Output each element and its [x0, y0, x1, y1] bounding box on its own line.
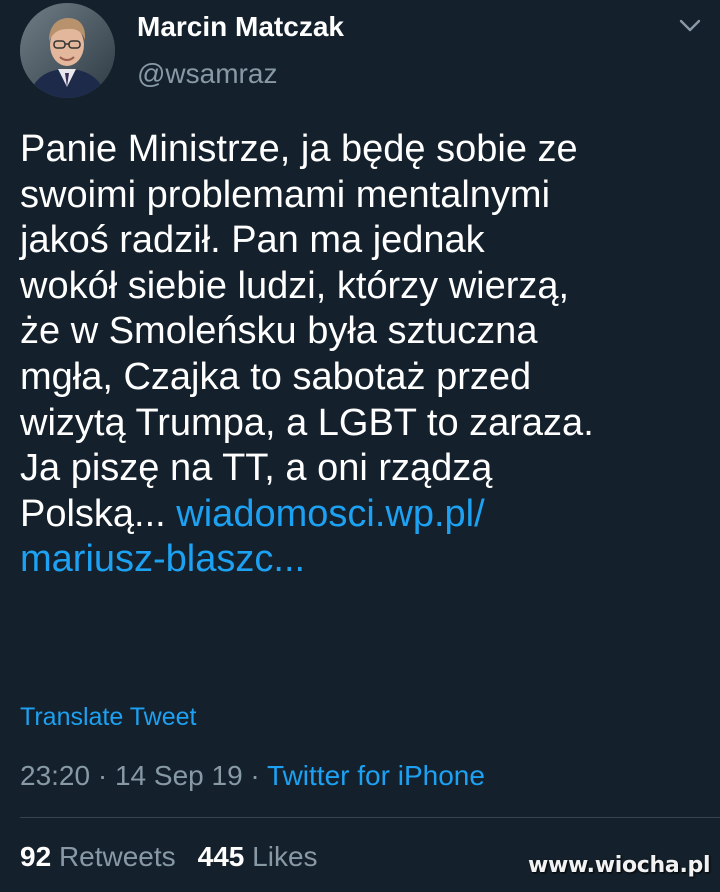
tweet-time: 23:20 — [20, 760, 91, 791]
tweet-header: Marcin Matczak @wsamraz — [0, 0, 720, 100]
translate-tweet-link[interactable]: Translate Tweet — [20, 703, 196, 732]
tweet-link-continued[interactable]: mariusz-blaszc... — [20, 538, 305, 580]
tweet-line: jakoś radził. Pan ma jednak — [20, 219, 485, 262]
tweet-line: Polską... — [20, 492, 177, 535]
tweet-line: Panie Ministrze, ja będę sobie ze — [20, 128, 578, 170]
retweets-label: Retweets — [58, 841, 176, 872]
likes-count: 445 — [197, 841, 245, 872]
retweets-stat[interactable]: 92 Retweets — [20, 841, 176, 872]
tweet-line: Ja piszę na TT, a oni rządzą — [20, 447, 493, 490]
tweet-stats: 92 Retweets 445 Likes — [20, 841, 318, 873]
tweet-date: 14 Sep 19 — [114, 760, 243, 791]
meta-separator: · — [242, 760, 268, 791]
tweet-meta: 23:20 · 14 Sep 19 · Twitter for iPhone — [20, 760, 485, 792]
tweet-source-link[interactable]: Twitter for iPhone — [267, 760, 485, 791]
tweet-line: że w Smoleńsku była sztuczna — [20, 310, 538, 353]
chevron-down-icon[interactable] — [676, 14, 704, 36]
tweet-link[interactable]: wiadomosci.wp.pl/ — [176, 493, 484, 535]
tweet-line: mgła, Czajka to sabotaż przed — [20, 355, 532, 398]
author-display-name[interactable]: Marcin Matczak — [137, 10, 344, 44]
tweet-line: wizytą Trumpa, a LGBT to zaraza. — [20, 401, 594, 444]
avatar[interactable] — [20, 3, 115, 98]
author-handle[interactable]: @wsamraz — [137, 58, 344, 90]
divider — [20, 817, 720, 818]
meta-separator: · — [90, 760, 115, 791]
watermark: www.wiocha.pl — [528, 853, 711, 878]
retweets-count: 92 — [20, 841, 52, 872]
likes-stat[interactable]: 445 Likes — [198, 841, 318, 872]
tweet-text: Panie Ministrze, ja będę sobie ze swoimi… — [20, 127, 710, 583]
likes-label: Likes — [252, 841, 318, 872]
tweet-line: swoimi problemami mentalnymi — [20, 173, 551, 216]
avatar-photo — [20, 3, 115, 98]
author-block[interactable]: Marcin Matczak @wsamraz — [137, 10, 344, 90]
tweet-line: wokół siebie ludzi, którzy wierzą, — [20, 264, 570, 307]
